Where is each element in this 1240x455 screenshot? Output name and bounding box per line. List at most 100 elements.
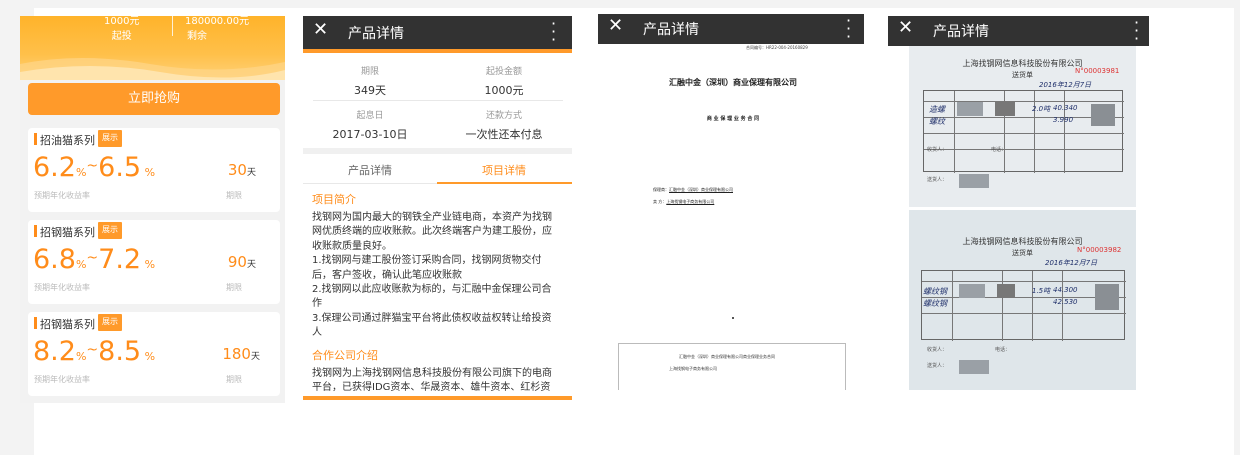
text-line: 2.找钢网以此应收账款为标的，与汇融中金保理公司合 <box>312 284 552 296</box>
app-bar: ✕ 产品详情 · · · <box>598 14 864 45</box>
rate-label: 预期年化收益率 <box>34 191 90 200</box>
rate-low: 8.2 <box>33 336 76 367</box>
delivery-note-screen: ✕ 产品详情 · · · 上海找钢网信息科技股份有限公司 送货单 N°0000398… <box>888 16 1149 390</box>
product-card[interactable]: 招油猫系列 展示 6.2%~6.5 % 预期年化收益率 30天 期限 <box>28 128 280 212</box>
wave-decoration <box>20 58 285 80</box>
partner-text: 找钢网为上海找钢网信息科技股份有限公司旗下的电商 平台，已获得IDG资本、华晟资… <box>312 367 564 396</box>
note-date: 2016年12月7日 <box>1045 259 1098 267</box>
info-min-amount: 起投金额 1000元 <box>437 64 571 98</box>
term-unit: 天 <box>246 168 256 178</box>
rate-high-pct: % <box>144 258 156 271</box>
redacted-area <box>995 102 1015 116</box>
product-name: 招钢猫系列 <box>40 318 95 331</box>
text-line: 作 <box>312 298 322 310</box>
info-term: 期限 349天 <box>303 64 437 98</box>
section-title-intro: 项目简介 <box>312 193 356 206</box>
text-line: 3.保理公司通过胖猫宝平台将此债权收益权转让给投资 <box>312 312 552 324</box>
info-value: 1000元 <box>484 84 524 97</box>
table-line <box>1002 271 1003 341</box>
text-line: 人 <box>312 327 322 339</box>
active-tab-indicator <box>437 182 572 184</box>
tab-project-detail[interactable]: 项目详情 <box>437 162 571 178</box>
table-line <box>1062 271 1063 341</box>
product-card[interactable]: 招钢猫系列 展示 6.8%~7.2 % 预期年化收益率 90天 期限 <box>28 220 280 304</box>
preview-line: 汇融中金（深圳）商业保理有限公司商业保理业务合同 <box>679 354 775 359</box>
rate-low-pct: % <box>75 350 87 363</box>
rate-high: 6.5 <box>98 152 142 183</box>
rate-low-pct: % <box>75 258 87 271</box>
term-days: 30天 <box>228 161 256 179</box>
title-accent <box>34 317 37 329</box>
close-icon[interactable]: ✕ <box>313 19 328 40</box>
contract-number: 合同编号：HR22-004-20160829 <box>746 45 808 50</box>
product-card[interactable]: 招钢猫系列 展示 8.2%~8.5 % 预期年化收益率 180天 期限 <box>28 312 280 396</box>
term-days: 90天 <box>228 253 256 271</box>
party-b-name: 上海找钢电子商务有限公司 <box>666 199 715 204</box>
remaining-label: 剩余 <box>187 31 208 42</box>
delivery-note-photo: 上海找钢网信息科技股份有限公司 送货单 N°00003982 2016年12月7… <box>909 210 1136 390</box>
product-tag: 展示 <box>98 314 122 331</box>
handwritten-cell: 3.990 <box>1053 116 1074 124</box>
info-value: 2017-03-10日 <box>332 128 408 141</box>
close-icon[interactable]: ✕ <box>898 17 913 38</box>
tab-product-detail[interactable]: 产品详情 <box>303 162 437 178</box>
party-a-name: 汇融中金（深圳）商业保理有限公司 <box>669 187 733 192</box>
product-tag: 展示 <box>98 222 122 239</box>
min-invest-value: 1000元 <box>104 16 140 27</box>
rate-low: 6.8 <box>33 244 76 275</box>
rate-dash: ~ <box>86 250 99 266</box>
next-page-preview: 汇融中金（深圳）商业保理有限公司商业保理业务合同 上海找钢电子商务有限公司 <box>618 343 846 390</box>
info-key: 期限 <box>360 67 379 77</box>
text-line: 网优质终端的应收账款。此次终端客户为建工股份，应 <box>312 226 552 238</box>
title-accent <box>34 225 37 237</box>
rate-label: 预期年化收益率 <box>34 375 90 384</box>
section-gap <box>303 148 572 154</box>
info-divider <box>313 100 563 101</box>
info-start-date: 起息日 2017-03-10日 <box>303 108 437 142</box>
more-vert-icon[interactable]: · · · <box>551 16 556 48</box>
rate-low: 6.2 <box>33 152 76 183</box>
header-banner: 1000元 起投 180000.00元 剩余 <box>20 16 285 80</box>
text-line: 收账款质量良好。 <box>312 240 392 252</box>
rate-range: 6.2%~6.5 % <box>33 152 155 183</box>
app-bar: ✕ 产品详情 · · · <box>888 16 1149 47</box>
buy-now-button[interactable]: 立即抢购 <box>28 83 280 115</box>
rate-low-pct: % <box>75 166 87 179</box>
table-line <box>1032 271 1033 341</box>
handwritten-cell: 造螺 <box>929 105 945 114</box>
term-label: 期限 <box>226 375 242 384</box>
remaining-value: 180000.00元 <box>185 16 250 27</box>
rate-label: 预期年化收益率 <box>34 283 90 292</box>
term-days: 180天 <box>222 345 260 363</box>
rate-high-pct: % <box>144 350 156 363</box>
rate-high: 7.2 <box>98 244 142 275</box>
more-vert-icon[interactable]: · · · <box>1134 16 1139 47</box>
term-unit: 天 <box>246 260 256 270</box>
redacted-area <box>1091 104 1115 126</box>
more-vert-icon[interactable]: · · · <box>846 14 851 45</box>
info-key: 起投金额 <box>485 67 522 77</box>
title-accent <box>34 133 37 145</box>
close-icon[interactable]: ✕ <box>608 15 623 36</box>
party-b-line: 卖 方：上海找钢电子商务有限公司 <box>653 199 714 205</box>
info-value: 349天 <box>354 84 386 97</box>
preview-line: 上海找钢电子商务有限公司 <box>669 366 717 371</box>
delivery-note-photo: 上海找钢网信息科技股份有限公司 送货单 N°00003981 2016年12月7… <box>909 46 1136 207</box>
table-line <box>952 271 953 341</box>
stat-divider <box>172 16 173 36</box>
accent-line <box>303 49 572 53</box>
min-invest-label: 起投 <box>111 31 132 42</box>
contract-screen: ✕ 产品详情 · · · 合同编号：HR22-004-20160829 汇融中金（深… <box>598 14 864 390</box>
intro-text: 找钢网为国内最大的钢铁全产业链电商，本资产为找钢 网优质终端的应收账款。此次终端… <box>312 211 564 341</box>
product-detail-screen: ✕ 产品详情 · · · 期限 349天 起投金额 1000元 起息日 2017-0… <box>303 16 572 400</box>
remaining-stat: 180000.00元 剩余 <box>185 16 249 42</box>
app-bar-title: 产品详情 <box>643 22 699 38</box>
redacted-area <box>959 174 989 188</box>
text-line: 后，客户签收，确认此笔应收账款 <box>312 269 462 281</box>
phone-label: 电话： <box>995 347 1011 353</box>
product-tag: 展示 <box>98 130 122 147</box>
rate-range: 6.8%~7.2 % <box>33 244 155 275</box>
handwritten-cell: 螺纹钢 <box>923 287 947 296</box>
handwritten-cell: 螺纹 <box>929 117 945 126</box>
rate-high: 8.5 <box>98 336 142 367</box>
